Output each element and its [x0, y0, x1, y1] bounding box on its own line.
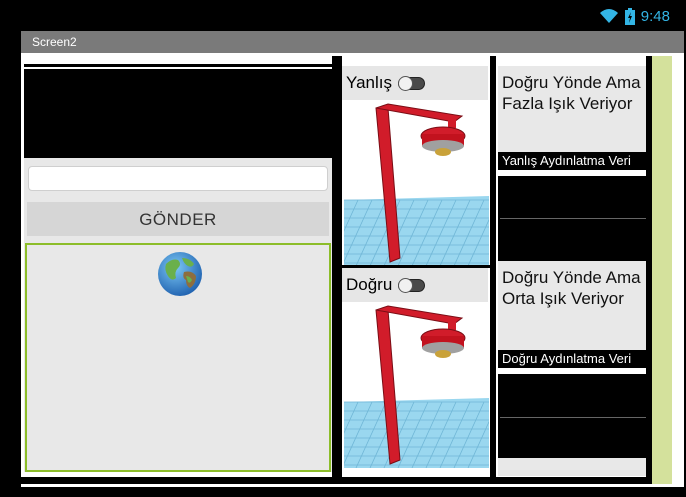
lamp-image	[344, 100, 489, 265]
column-divider	[332, 56, 342, 484]
column-divider	[490, 56, 496, 484]
result-heading: Doğru Yönde Ama Orta Işık Veriyor	[498, 261, 646, 350]
switch-correct[interactable]: Doğru	[342, 268, 488, 302]
wifi-icon	[599, 9, 618, 23]
status-icons: 9:48	[599, 6, 670, 26]
switch-label: Doğru	[346, 275, 393, 294]
screen-title-bar: Screen2	[21, 31, 684, 53]
data-area	[498, 374, 646, 458]
clock: 9:48	[640, 7, 670, 25]
toggle-switch[interactable]	[398, 75, 425, 91]
battery-icon	[624, 7, 635, 25]
status-bar	[0, 0, 686, 31]
data-label: Yanlış Aydınlatma Veri	[498, 152, 646, 170]
divider-line	[500, 417, 646, 418]
lamp-drawing	[344, 103, 489, 265]
switch-label: Yanlış	[346, 73, 392, 92]
column-divider	[646, 56, 652, 484]
result-heading: Doğru Yönde Ama Fazla Işık Veriyor	[498, 66, 646, 152]
left-top-line	[24, 64, 332, 67]
lamp-drawing	[344, 305, 489, 468]
text-input[interactable]	[28, 166, 328, 191]
toggle-switch[interactable]	[398, 277, 426, 293]
bottom-bar	[21, 477, 652, 484]
left-black-area	[24, 69, 332, 158]
screen-title: Screen2	[32, 35, 77, 49]
data-label: Doğru Aydınlatma Veri	[498, 350, 646, 368]
switch-wrong[interactable]: Yanlış	[342, 66, 488, 100]
right-bottom-panel	[498, 458, 646, 476]
side-strip	[652, 56, 672, 484]
send-button[interactable]: GÖNDER	[27, 202, 329, 236]
globe-icon	[158, 252, 202, 296]
lamp-image	[344, 302, 489, 468]
divider-line	[500, 218, 646, 219]
